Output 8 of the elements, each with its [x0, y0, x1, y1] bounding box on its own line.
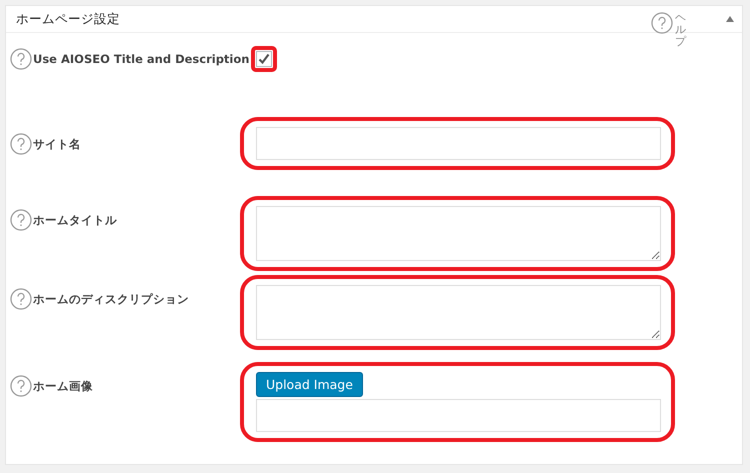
field-label: ホーム画像 [33, 378, 93, 394]
panel-title: ホームページ設定 [16, 10, 121, 28]
field-label: Use AIOSEO Title and Description [33, 52, 250, 66]
upload-button[interactable]: Upload Image [256, 372, 363, 397]
field-label: ホームタイトル [33, 212, 117, 228]
help-label[interactable]: ヘルプ [675, 12, 686, 48]
field-label: ホームのディスクリプション [33, 292, 189, 306]
field-label: サイト名 [33, 136, 81, 152]
